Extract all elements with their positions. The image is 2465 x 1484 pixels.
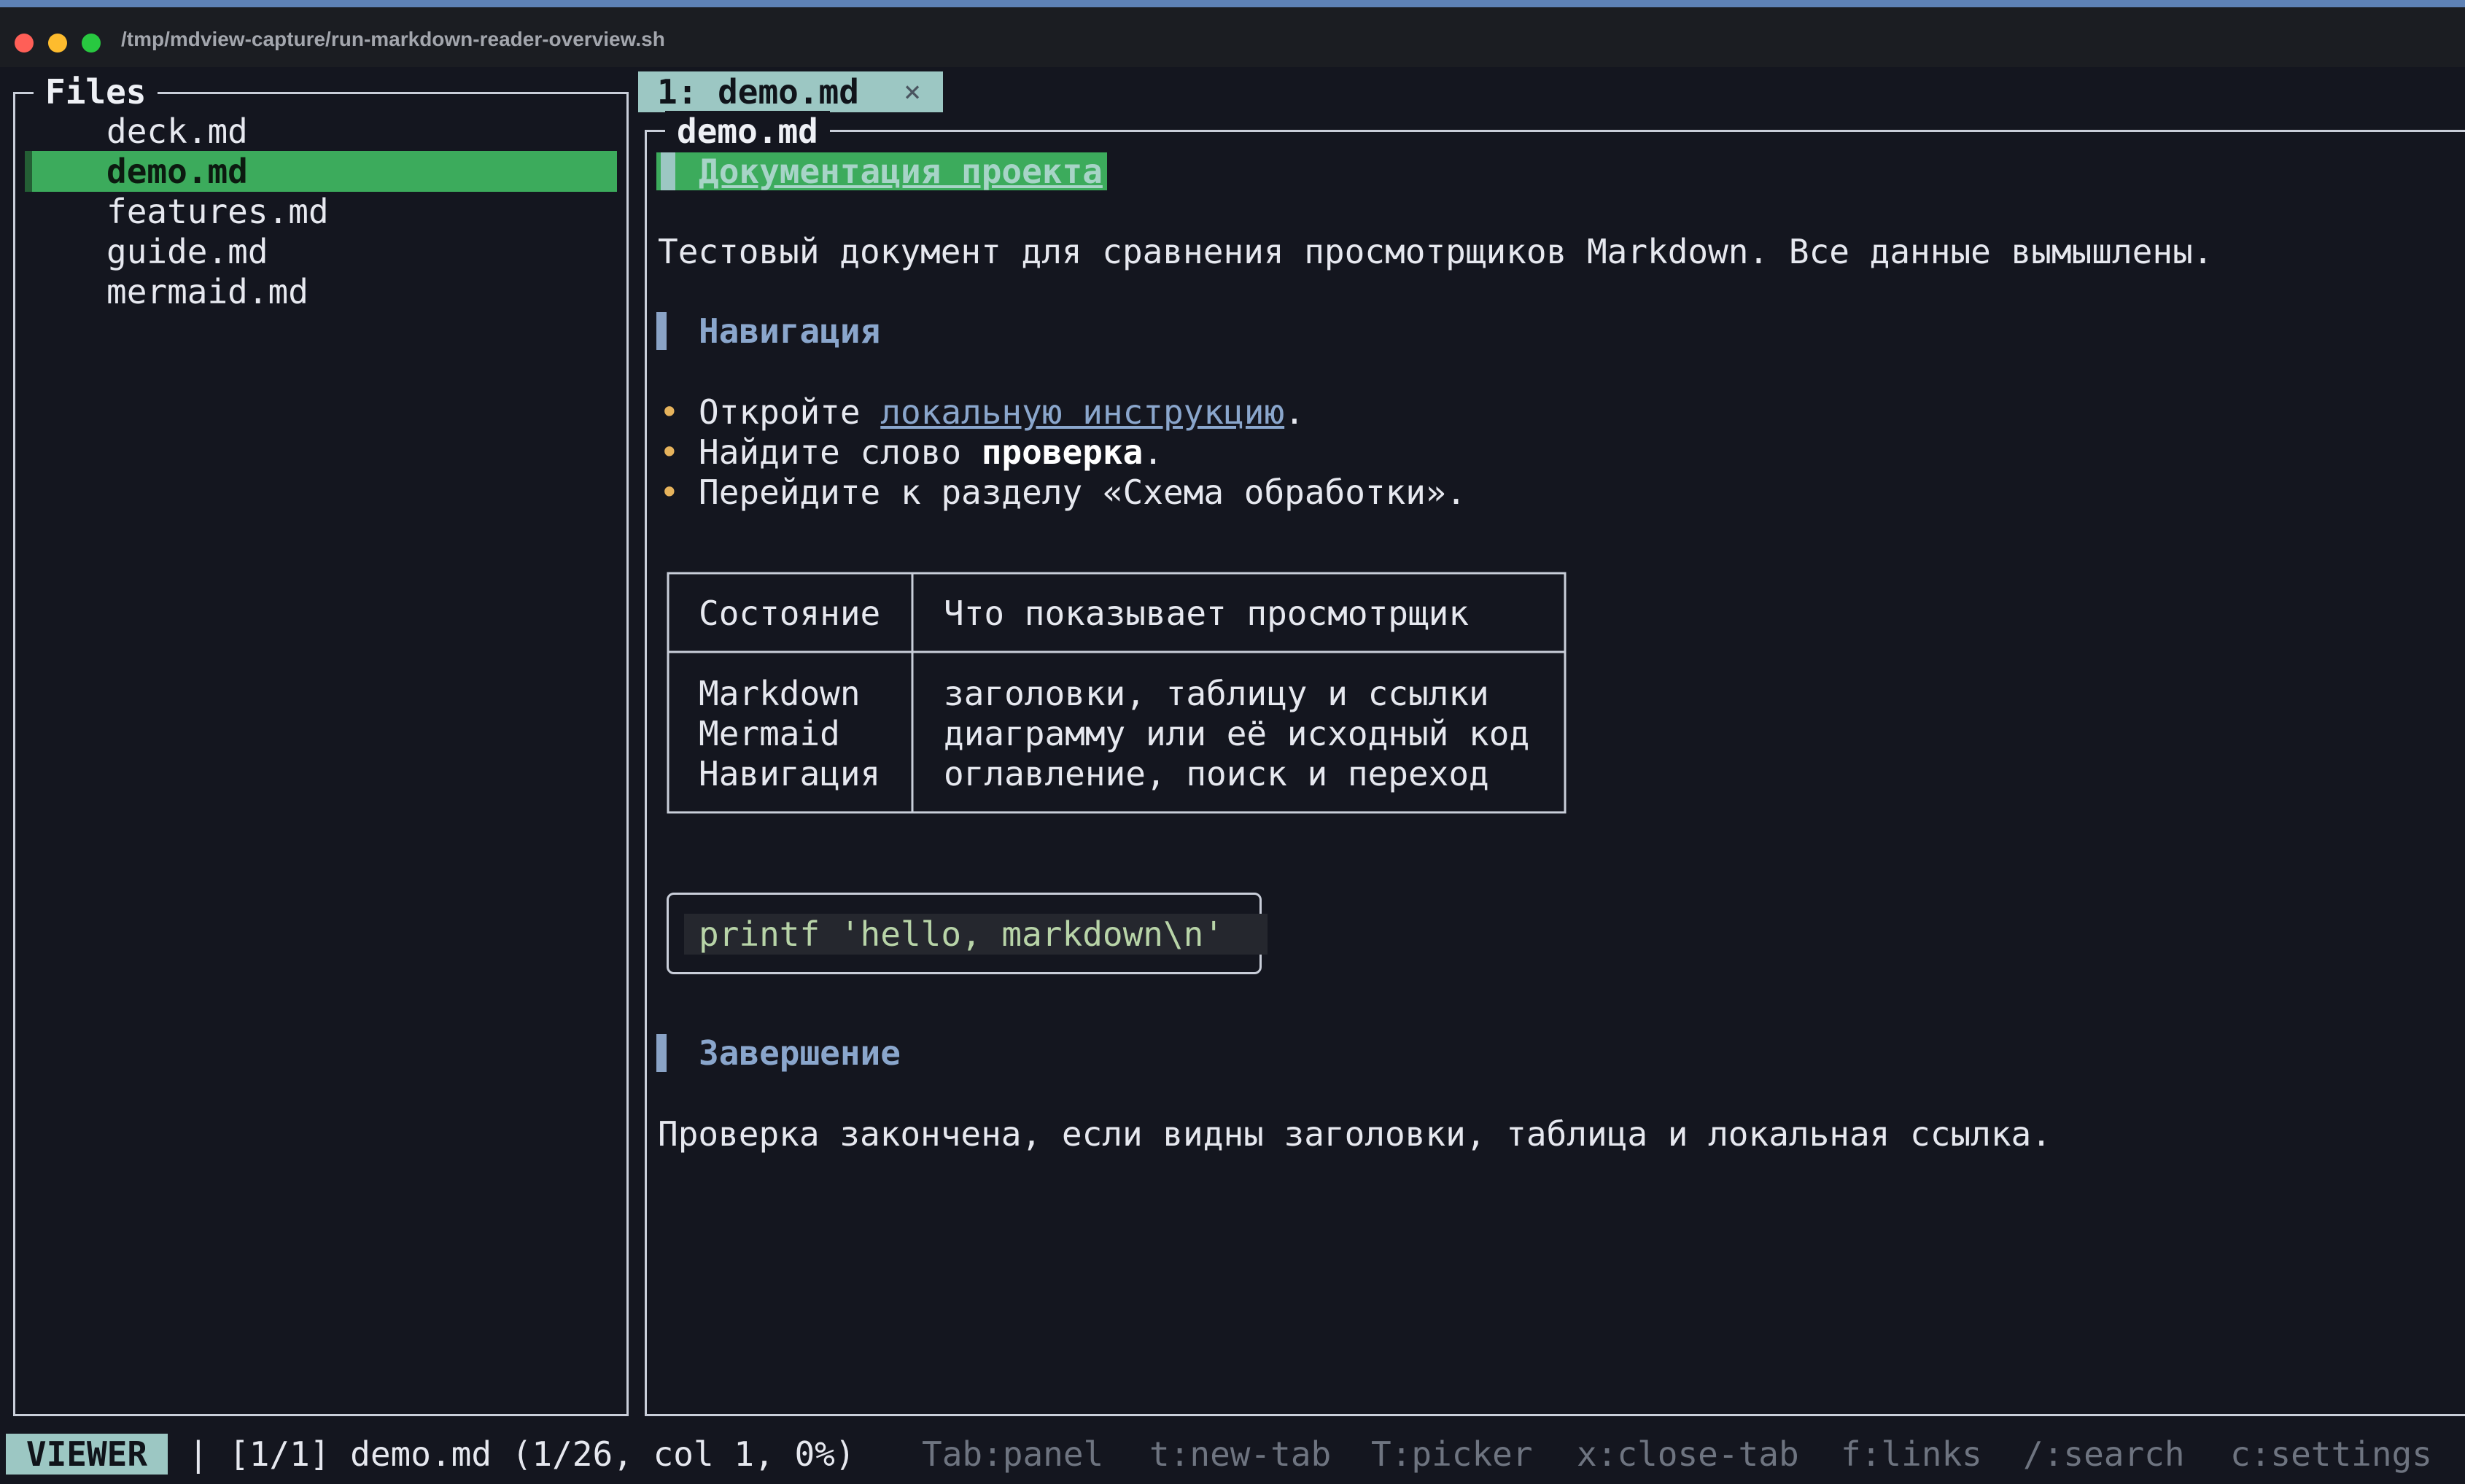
table-header-viewer-shows: Что показывает просмотрщик: [944, 594, 1470, 633]
table-cell: Markdown: [699, 674, 861, 713]
table-header-state: Состояние: [699, 594, 881, 633]
code-line: printf 'hello, markdown\n': [699, 914, 1224, 954]
hint-tab-panel: Tab:panel: [922, 1434, 1104, 1474]
table-cell: Mermaid: [699, 714, 840, 753]
status-separator: |: [188, 1434, 209, 1474]
hint-close-tab: x:close-tab: [1577, 1434, 1799, 1474]
section-marker-conclusion: [656, 1034, 667, 1072]
table-cell: Навигация: [699, 754, 881, 793]
hint-settings: c:settings: [2230, 1434, 2432, 1474]
mode-badge: VIEWER: [6, 1434, 168, 1475]
table-cell: заголовки, таблицу и ссылки: [944, 674, 1489, 713]
table-cell: диаграмму или её исходный код: [944, 714, 1530, 753]
outro-paragraph: Проверка закончена, если видны заголовки…: [658, 1114, 2051, 1154]
section-heading-conclusion: Завершение: [699, 1033, 901, 1073]
hint-new-tab: t:new-tab: [1149, 1434, 1332, 1474]
status-bar: VIEWER | [1/1] demo.md (1/26, col 1, 0%)…: [0, 1434, 2465, 1475]
hint-search: /:search: [2023, 1434, 2185, 1474]
table-cell: оглавление, поиск и переход: [944, 754, 1489, 793]
hint-picker: T:picker: [1371, 1434, 1533, 1474]
hint-links: f:links: [1841, 1434, 1982, 1474]
status-position: [1/1] demo.md (1/26, col 1, 0%): [229, 1434, 855, 1474]
